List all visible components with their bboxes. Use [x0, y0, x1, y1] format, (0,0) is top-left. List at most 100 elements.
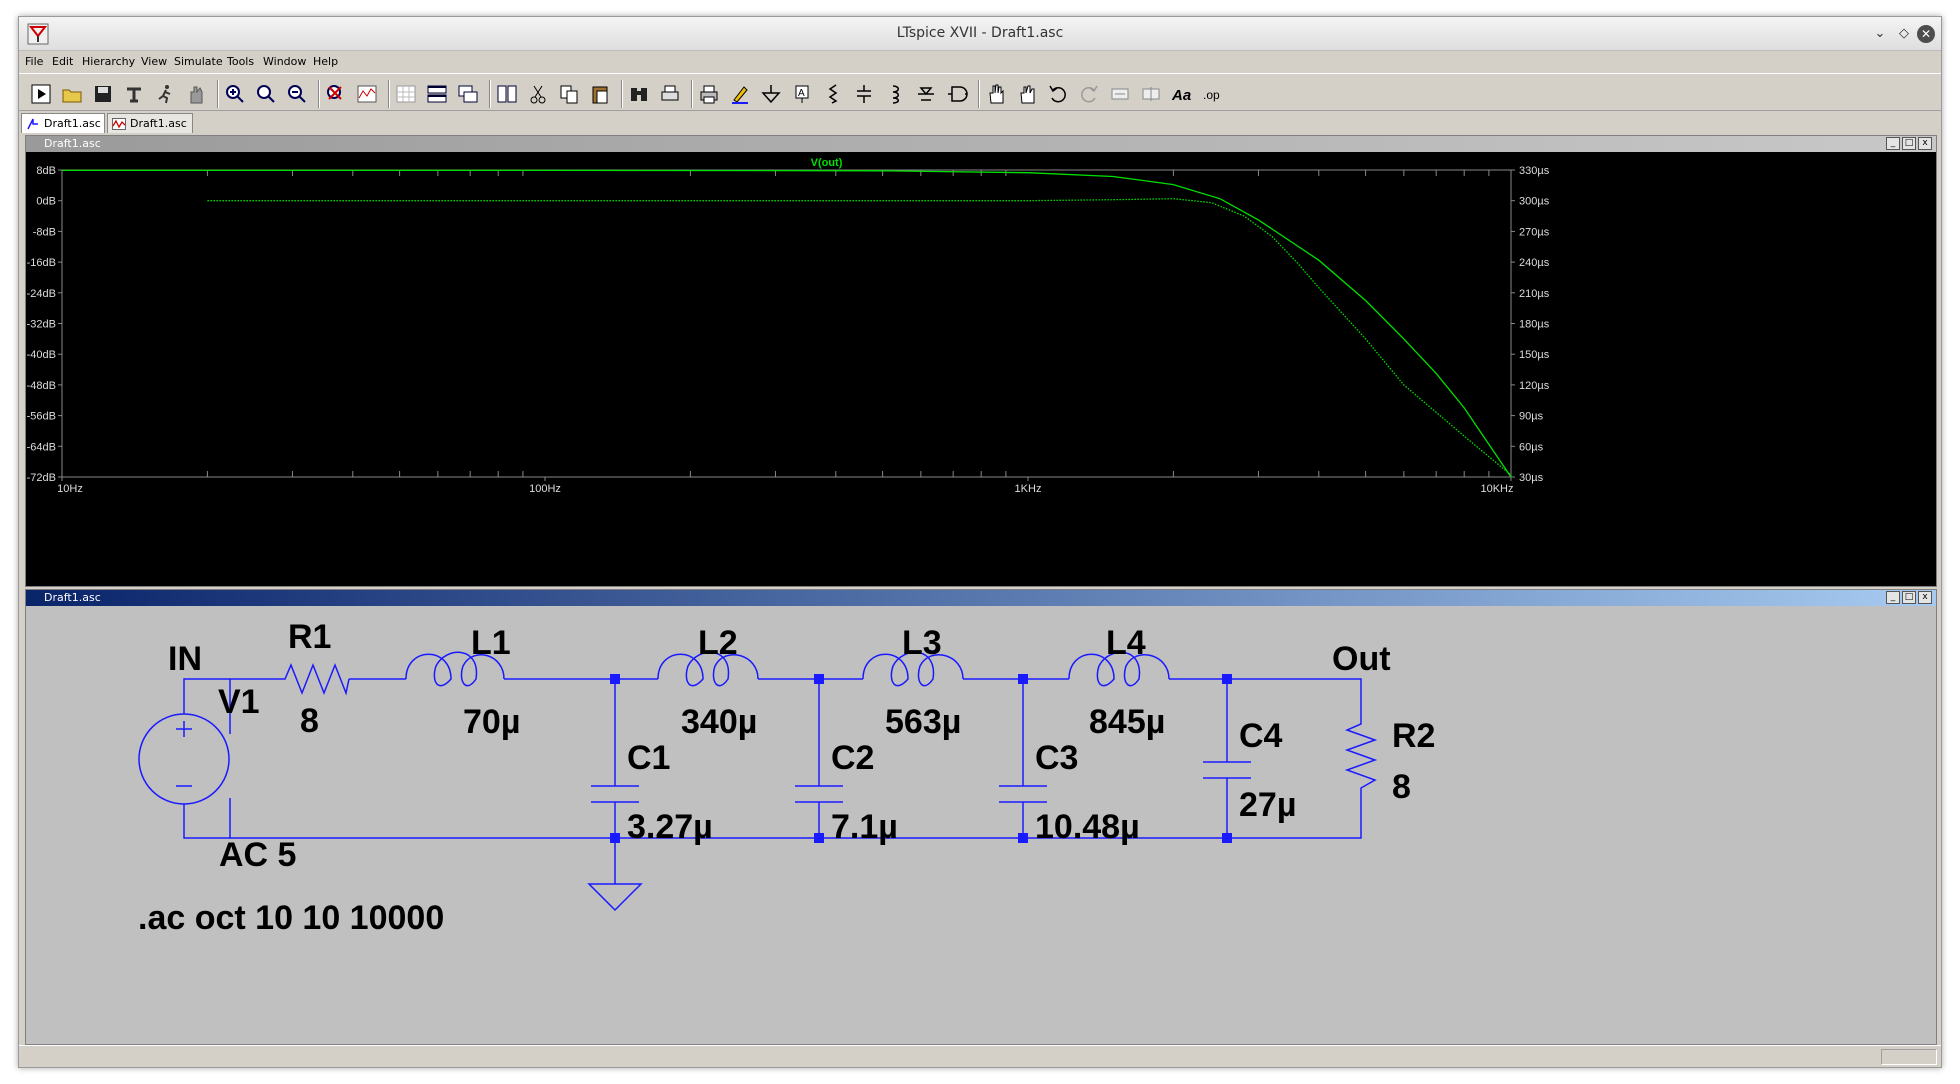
inductor-button[interactable]: [883, 82, 907, 106]
halt-hand-button[interactable]: [184, 82, 208, 106]
text-button[interactable]: Aa: [1170, 82, 1194, 106]
resistor-r1[interactable]: [279, 662, 350, 696]
pane-close-button[interactable]: x: [1918, 591, 1932, 604]
diode-button[interactable]: [914, 82, 938, 106]
copy-button[interactable]: [557, 82, 581, 106]
l4-name[interactable]: L4: [1106, 624, 1146, 662]
maximize-button[interactable]: ◇: [1895, 25, 1913, 43]
l4-value[interactable]: 845µ: [1089, 703, 1165, 741]
close-button[interactable]: ✕: [1917, 25, 1935, 43]
toolbar-separator: [621, 80, 623, 108]
spice-directive-button[interactable]: .op: [1201, 82, 1225, 106]
r1-value[interactable]: 8: [300, 702, 319, 740]
capacitor-c2[interactable]: [795, 785, 843, 803]
title-bar[interactable]: LTspice XVII - Draft1.asc ⌄ ◇ ✕: [19, 17, 1941, 51]
capacitor-c4[interactable]: [1203, 761, 1251, 779]
grid-button[interactable]: [394, 82, 418, 106]
pane-restore-button[interactable]: □: [1902, 137, 1916, 150]
menu-edit[interactable]: Edit: [52, 55, 73, 68]
wire[interactable]: [229, 798, 1362, 839]
pane-restore-button[interactable]: □: [1902, 591, 1916, 604]
v1-value[interactable]: AC 5: [219, 836, 296, 874]
bode-plot[interactable]: 10Hz 100Hz 1KHz 10KHz 8dB 0dB -8dB -16dB -24dB -3…: [26, 152, 1936, 586]
move-hand-button[interactable]: [984, 82, 1008, 106]
open-folder-button[interactable]: [60, 82, 84, 106]
drag-hand-button[interactable]: [1015, 82, 1039, 106]
menu-help[interactable]: Help: [313, 55, 338, 68]
menu-simulate[interactable]: Simulate: [174, 55, 223, 68]
control-panel-button[interactable]: [122, 82, 146, 106]
tab-schematic[interactable]: Draft1.asc: [21, 113, 105, 133]
rotate-button[interactable]: [1108, 82, 1132, 106]
l2-name[interactable]: L2: [698, 624, 738, 662]
c2-name[interactable]: C2: [831, 739, 874, 777]
l1-name[interactable]: L1: [471, 624, 511, 662]
resistor-r2[interactable]: [1344, 718, 1378, 800]
zoom-out-button[interactable]: [285, 82, 309, 106]
find-button[interactable]: [627, 82, 651, 106]
l2-value[interactable]: 340µ: [681, 703, 757, 741]
c3-name[interactable]: C3: [1035, 739, 1078, 777]
tab-waveform[interactable]: Draft1.asc: [107, 113, 193, 133]
spice-directive[interactable]: .ac oct 10 10 10000: [138, 899, 444, 937]
capacitor-c1[interactable]: [591, 785, 639, 803]
waveform-plot-area[interactable]: 10Hz 100Hz 1KHz 10KHz 8dB 0dB -8dB -16dB -24dB -3…: [26, 152, 1936, 586]
menu-window[interactable]: Window: [263, 55, 306, 68]
pane-minimize-button[interactable]: _: [1886, 591, 1900, 604]
redo-button[interactable]: [1077, 82, 1101, 106]
zoom-pan-button[interactable]: [254, 82, 278, 106]
schematic-canvas[interactable]: IN Out V1 AC 5 R1 8 R2 8 L1 70µ L2 340µ …: [26, 606, 1936, 1044]
component-button[interactable]: [945, 82, 969, 106]
wire-pencil-button[interactable]: [728, 82, 752, 106]
c2-value[interactable]: 7.1µ: [831, 808, 898, 846]
run-button[interactable]: [29, 82, 53, 106]
r1-name[interactable]: R1: [288, 618, 331, 656]
print-preview-button[interactable]: [658, 82, 682, 106]
print-button[interactable]: [697, 82, 721, 106]
cut-button[interactable]: [526, 82, 550, 106]
run-man-button[interactable]: [153, 82, 177, 106]
c1-name[interactable]: C1: [627, 739, 670, 777]
capacitor-c3[interactable]: [999, 785, 1047, 803]
menu-view[interactable]: View: [141, 55, 167, 68]
mirror-icon: [1142, 87, 1160, 101]
schematic-drawing[interactable]: IN Out V1 AC 5 R1 8 R2 8 L1 70µ L2 340µ …: [26, 606, 1936, 1044]
save-button[interactable]: [91, 82, 115, 106]
wire[interactable]: [1169, 678, 1362, 718]
net-label-in[interactable]: IN: [168, 640, 202, 678]
plot-frame: [61, 169, 1512, 478]
capacitor-button[interactable]: [852, 82, 876, 106]
zoom-in-button[interactable]: [223, 82, 247, 106]
pane-close-button[interactable]: x: [1918, 137, 1932, 150]
net-label-out[interactable]: Out: [1332, 640, 1391, 678]
mirror-button[interactable]: [1139, 82, 1163, 106]
tile-vertical-button[interactable]: [495, 82, 519, 106]
ground-button[interactable]: [759, 82, 783, 106]
r2-name[interactable]: R2: [1392, 717, 1435, 755]
ground-symbol[interactable]: [587, 883, 643, 912]
c4-name[interactable]: C4: [1239, 717, 1283, 755]
paste-button[interactable]: [588, 82, 612, 106]
minimize-button[interactable]: ⌄: [1871, 25, 1889, 43]
menu-tools[interactable]: Tools: [227, 55, 254, 68]
c4-value[interactable]: 27µ: [1239, 786, 1296, 824]
menu-hierarchy[interactable]: Hierarchy: [82, 55, 135, 68]
c3-value[interactable]: 10.48µ: [1035, 808, 1140, 846]
c1-value[interactable]: 3.27µ: [627, 808, 713, 846]
resistor-button[interactable]: [821, 82, 845, 106]
pane-minimize-button[interactable]: _: [1886, 137, 1900, 150]
r2-value[interactable]: 8: [1392, 768, 1411, 806]
l3-value[interactable]: 563µ: [885, 703, 961, 741]
tab-label: Draft1.asc: [44, 117, 101, 130]
l3-name[interactable]: L3: [902, 624, 942, 662]
menu-file[interactable]: File: [25, 55, 43, 68]
zoom-fit-button[interactable]: [324, 82, 348, 106]
v1-name[interactable]: V1: [218, 683, 260, 721]
tile-horizontal-button[interactable]: [425, 82, 449, 106]
l1-value[interactable]: 70µ: [463, 703, 520, 741]
label-net-button[interactable]: A: [790, 82, 814, 106]
y2-tick-label: 270µs: [1519, 226, 1550, 238]
undo-button[interactable]: [1046, 82, 1070, 106]
autorange-button[interactable]: [355, 82, 379, 106]
cascade-button[interactable]: [456, 82, 480, 106]
